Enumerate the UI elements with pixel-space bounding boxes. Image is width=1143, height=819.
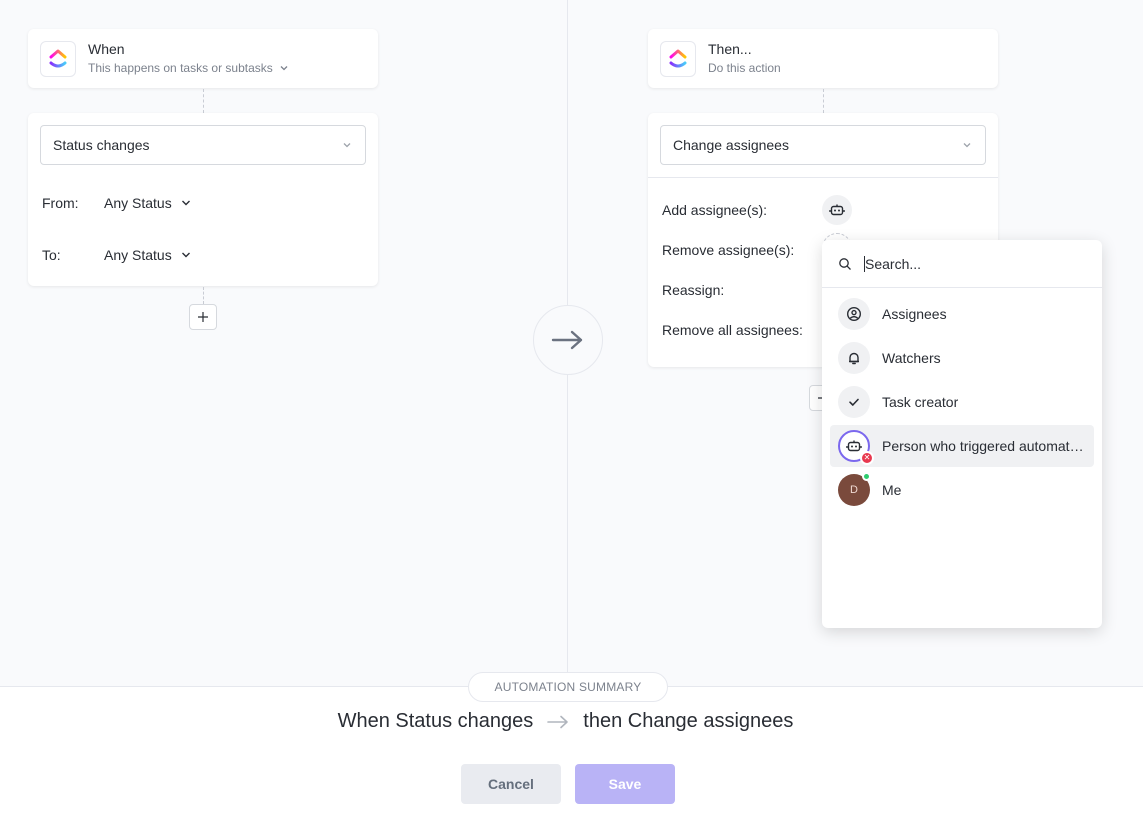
dropdown-item-me[interactable]: D Me [830, 469, 1094, 511]
search-icon [839, 257, 851, 270]
action-separator [648, 177, 998, 178]
clickup-logo [660, 41, 696, 77]
from-label: From: [42, 195, 79, 211]
clickup-logo-icon [49, 49, 67, 68]
dropdown-item-label: Person who triggered automation [882, 438, 1084, 454]
arrow-right-icon [551, 330, 583, 350]
chevron-down-icon [963, 143, 971, 148]
from-status-value: Any Status [104, 195, 172, 211]
remove-badge-icon[interactable]: ✕ [860, 451, 874, 465]
trigger-body-card: Status changes From: Any Status To: Any … [28, 113, 378, 286]
bell-icon [838, 342, 870, 374]
trigger-subtitle[interactable]: This happens on tasks or subtasks [88, 61, 289, 75]
trigger-select[interactable]: Status changes [40, 125, 366, 165]
automation-summary-pill: AUTOMATION SUMMARY [468, 672, 668, 702]
trigger-title: When [88, 41, 125, 57]
chevron-down-icon [280, 66, 288, 71]
chevron-down-icon [181, 200, 190, 206]
action-select-value: Change assignees [673, 137, 789, 153]
flow-arrow [533, 305, 603, 375]
remove-assignees-label: Remove assignee(s): [662, 242, 795, 258]
chevron-down-icon [343, 143, 351, 148]
add-assignees-label: Add assignee(s): [662, 202, 768, 218]
dropdown-item-label: Me [882, 482, 902, 498]
robot-icon [829, 204, 845, 216]
assignee-dropdown: Assignees Watchers Task creator ✕ Person… [822, 240, 1102, 628]
action-select[interactable]: Change assignees [660, 125, 986, 165]
dropdown-item-assignees[interactable]: Assignees [830, 293, 1094, 335]
dropdown-item-label: Task creator [882, 394, 959, 410]
trigger-subtitle-text: This happens on tasks or subtasks [88, 61, 273, 75]
connector-dashed [823, 89, 824, 113]
add-condition-button[interactable] [189, 304, 217, 330]
check-icon [838, 386, 870, 418]
chevron-down-icon [181, 252, 190, 258]
to-label: To: [42, 247, 61, 263]
connector-dashed [203, 287, 204, 304]
trigger-select-value: Status changes [53, 137, 150, 153]
user-circle-icon [838, 298, 870, 330]
clickup-logo-icon [669, 49, 687, 68]
dropdown-item-person-who-triggered[interactable]: ✕ Person who triggered automation [830, 425, 1094, 467]
save-button[interactable]: Save [575, 764, 675, 804]
action-header-card[interactable]: Then... Do this action [648, 29, 998, 88]
dropdown-item-task-creator[interactable]: Task creator [830, 381, 1094, 423]
plus-icon [198, 312, 208, 322]
from-status-dropdown[interactable]: Any Status [104, 195, 192, 211]
arrow-right-icon [547, 715, 569, 728]
search-input[interactable] [864, 255, 1064, 272]
dropdown-item-watchers[interactable]: Watchers [830, 337, 1094, 379]
action-subtitle: Do this action [708, 61, 781, 75]
robot-icon: ✕ [838, 430, 874, 465]
avatar-initial: D [850, 484, 858, 496]
summary-when: When Status changes [337, 710, 534, 732]
remove-all-assignees-label: Remove all assignees: [662, 322, 803, 338]
to-status-value: Any Status [104, 247, 172, 263]
connector-dashed [203, 89, 204, 113]
online-status-icon [862, 472, 871, 481]
add-assignee-button[interactable] [822, 195, 852, 225]
summary-then: then Change assignees [583, 710, 794, 732]
dropdown-item-label: Assignees [882, 306, 947, 322]
trigger-header-card[interactable]: When This happens on tasks or subtasks [28, 29, 378, 88]
automation-footer [0, 686, 1143, 819]
reassign-label: Reassign: [662, 282, 725, 298]
avatar: D [838, 472, 871, 506]
automation-summary: When Status changes then Change assignee… [0, 710, 1131, 733]
to-status-dropdown[interactable]: Any Status [104, 247, 192, 263]
dropdown-item-label: Watchers [882, 350, 941, 366]
clickup-logo [40, 41, 76, 77]
cancel-button[interactable]: Cancel [461, 764, 561, 804]
dropdown-search [822, 240, 1102, 288]
action-title: Then... [708, 41, 752, 57]
